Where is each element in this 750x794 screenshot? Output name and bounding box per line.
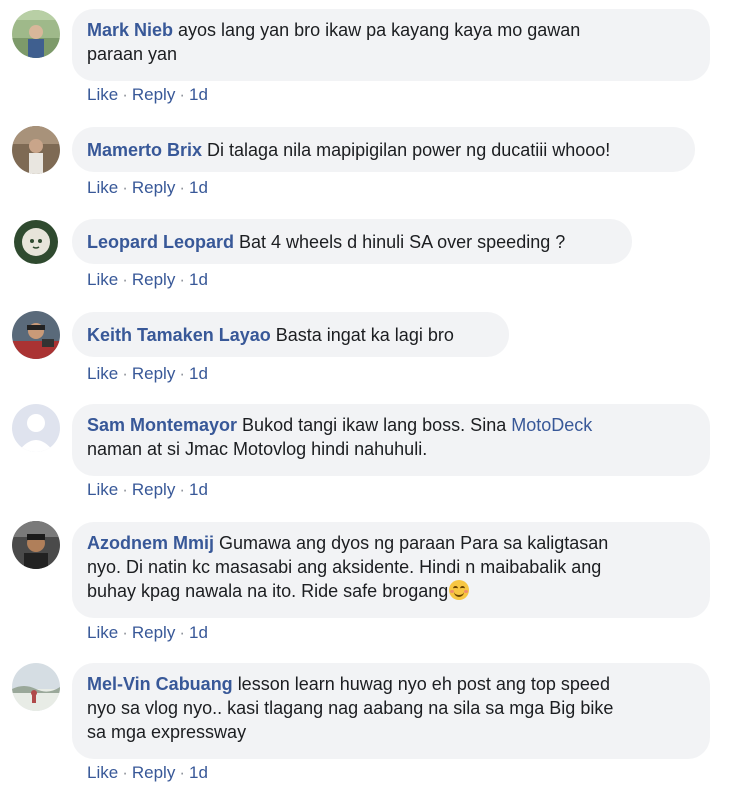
comment-actions: Like · Reply · 1d (87, 364, 208, 384)
like-link[interactable]: Like (87, 270, 118, 289)
comment-bubble: Keith Tamaken Layao Basta ingat ka lagi b… (72, 312, 509, 357)
like-link[interactable]: Like (87, 85, 118, 104)
reply-link[interactable]: Reply (132, 270, 175, 289)
comment-text: paraan yan (87, 44, 178, 64)
comment-text: naman at si Jmac Motovlog hindi nahuhuli… (87, 439, 428, 459)
smiling-face-emoji-icon (449, 580, 470, 600)
reply-link[interactable]: Reply (132, 178, 175, 197)
comment-timestamp[interactable]: 1d (189, 763, 208, 782)
reply-link[interactable]: Reply (132, 623, 175, 642)
comment-author[interactable]: Keith Tamaken Layao (87, 325, 271, 345)
comment-text: buhay kpag nawala na ito. Ride safe brog… (87, 581, 449, 601)
avatar[interactable] (12, 404, 60, 452)
comment-actions: Like · Reply · 1d (87, 763, 208, 783)
avatar[interactable] (12, 663, 60, 711)
comment-bubble: Azodnem Mmij Gumawa ang dyos ng paraan Pa… (72, 522, 710, 618)
comment-actions: Like · Reply · 1d (87, 270, 208, 290)
like-link[interactable]: Like (87, 364, 118, 383)
comment-bubble: Mamerto Brix Di talaga nila mapipigilan p… (72, 127, 695, 172)
like-link[interactable]: Like (87, 623, 118, 642)
comment-bubble: Mel-Vin Cabuang lesson learn huwag nyo eh… (72, 663, 710, 759)
separator: · (179, 178, 185, 197)
separator: · (122, 178, 128, 197)
comment-actions: Like · Reply · 1d (87, 623, 208, 643)
like-link[interactable]: Like (87, 178, 118, 197)
reply-link[interactable]: Reply (132, 480, 175, 499)
separator: · (179, 763, 185, 782)
separator: · (122, 364, 128, 383)
separator: · (122, 623, 128, 642)
comment-text: Bat 4 wheels d hinuli SA over speeding ? (239, 232, 566, 252)
separator: · (122, 270, 128, 289)
separator: · (179, 270, 185, 289)
mention-link[interactable]: MotoDeck (511, 415, 592, 435)
comment-author[interactable]: Sam Montemayor (87, 415, 237, 435)
separator: · (179, 364, 185, 383)
comment-timestamp[interactable]: 1d (189, 364, 208, 383)
comment-author[interactable]: Mamerto Brix (87, 140, 202, 160)
separator: · (122, 85, 128, 104)
comment-text: nyo. Di natin kc masasabi ang aksidente.… (87, 557, 602, 577)
separator: · (179, 623, 185, 642)
comment-actions: Like · Reply · 1d (87, 178, 208, 198)
comment-timestamp[interactable]: 1d (189, 270, 208, 289)
comment-bubble: Sam Montemayor Bukod tangi ikaw lang boss… (72, 404, 710, 476)
comment-timestamp[interactable]: 1d (189, 480, 208, 499)
comment-author[interactable]: Mel-Vin Cabuang (87, 674, 233, 694)
comment-author[interactable]: Leopard Leopard (87, 232, 234, 252)
comment-actions: Like · Reply · 1d (87, 85, 208, 105)
comment-text: nyo sa vlog nyo.. kasi tlagang nag aaban… (87, 698, 614, 718)
separator: · (179, 85, 185, 104)
like-link[interactable]: Like (87, 763, 118, 782)
separator: · (122, 480, 128, 499)
comment-text: Gumawa ang dyos ng paraan Para sa kaligt… (219, 533, 609, 553)
comment-text: Di talaga nila mapipigilan power ng duca… (207, 140, 611, 160)
comment-timestamp[interactable]: 1d (189, 85, 208, 104)
comment-text: Basta ingat ka lagi bro (275, 325, 454, 345)
comment-actions: Like · Reply · 1d (87, 480, 208, 500)
comment-author[interactable]: Azodnem Mmij (87, 533, 214, 553)
comment-bubble: Leopard Leopard Bat 4 wheels d hinuli SA … (72, 219, 632, 264)
comment-timestamp[interactable]: 1d (189, 623, 208, 642)
like-link[interactable]: Like (87, 480, 118, 499)
comment-bubble: Mark Nieb ayos lang yan bro ikaw pa kayan… (72, 9, 710, 81)
reply-link[interactable]: Reply (132, 763, 175, 782)
avatar[interactable] (12, 218, 60, 266)
comment-text: sa mga expressway (87, 722, 247, 742)
avatar[interactable] (12, 521, 60, 569)
comment-text: lesson learn huwag nyo eh post ang top s… (237, 674, 610, 694)
comment-text: Bukod tangi ikaw lang boss. Sina (242, 415, 507, 435)
comment-timestamp[interactable]: 1d (189, 178, 208, 197)
separator: · (179, 480, 185, 499)
reply-link[interactable]: Reply (132, 85, 175, 104)
reply-link[interactable]: Reply (132, 364, 175, 383)
avatar[interactable] (12, 126, 60, 174)
avatar[interactable] (12, 10, 60, 58)
avatar[interactable] (12, 311, 60, 359)
comment-author[interactable]: Mark Nieb (87, 20, 173, 40)
separator: · (122, 763, 128, 782)
comment-text: ayos lang yan bro ikaw pa kayang kaya mo… (178, 20, 581, 40)
